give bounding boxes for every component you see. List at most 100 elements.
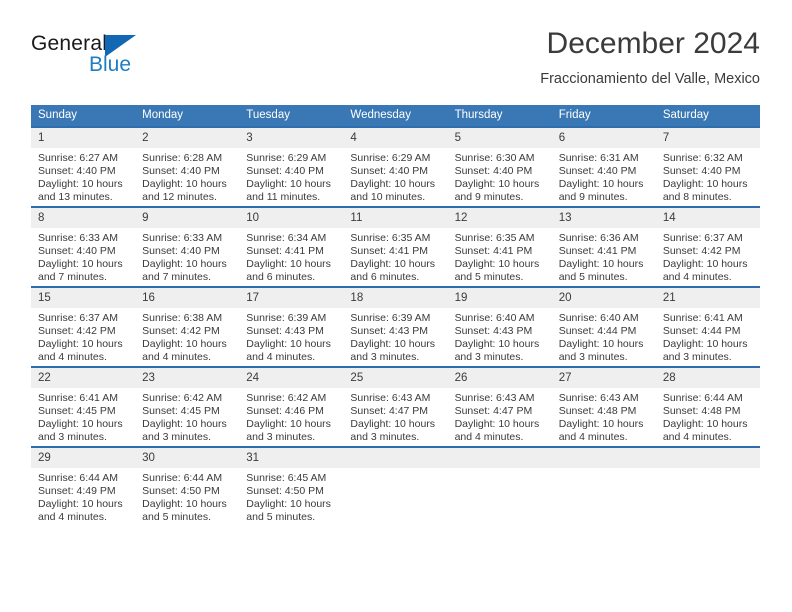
calendar-day-cell-empty bbox=[655, 446, 760, 526]
calendar-day-cell[interactable]: 27 Sunrise: 6:43 AM Sunset: 4:48 PM Dayligh… bbox=[551, 366, 656, 447]
sunrise-text: Sunrise: 6:43 AM bbox=[350, 392, 431, 404]
day-number: 10 bbox=[239, 208, 344, 228]
calendar-day-cell[interactable]: 30 Sunrise: 6:44 AM Sunset: 4:50 PM Dayligh… bbox=[135, 446, 240, 526]
daylight-line2-text: and 5 minutes. bbox=[246, 510, 316, 523]
sunrise-text: Sunrise: 6:41 AM bbox=[662, 312, 743, 324]
day-number: 31 bbox=[239, 448, 344, 468]
calendar-day-cell[interactable]: 4 Sunrise: 6:29 AM Sunset: 4:40 PM Daylight… bbox=[343, 126, 448, 207]
sunrise-text: Sunrise: 6:32 AM bbox=[662, 152, 743, 164]
sunrise-text: Sunrise: 6:36 AM bbox=[558, 232, 639, 244]
calendar-day-cell[interactable]: 25 Sunrise: 6:43 AM Sunset: 4:47 PM Dayligh… bbox=[343, 366, 448, 447]
day-number: 7 bbox=[655, 128, 760, 148]
day-number: 24 bbox=[239, 368, 344, 388]
title-block: December 2024 Fraccionamiento del Valle,… bbox=[540, 26, 760, 88]
day-number: 28 bbox=[655, 368, 760, 388]
day-number: 30 bbox=[135, 448, 240, 468]
calendar-day-cell[interactable]: 21 Sunrise: 6:41 AM Sunset: 4:44 PM Dayligh… bbox=[655, 286, 760, 367]
daylight-line2-text: and 4 minutes. bbox=[454, 430, 524, 443]
calendar-day-cell[interactable]: 29 Sunrise: 6:44 AM Sunset: 4:49 PM Dayligh… bbox=[31, 446, 136, 526]
calendar-day-cell[interactable]: 15 Sunrise: 6:37 AM Sunset: 4:42 PM Dayligh… bbox=[31, 286, 136, 367]
calendar-day-cell[interactable]: 17 Sunrise: 6:39 AM Sunset: 4:43 PM Dayligh… bbox=[239, 286, 344, 367]
daylight-line1-text: Daylight: 10 hours bbox=[38, 497, 123, 510]
calendar-day-cell[interactable]: 6 Sunrise: 6:31 AM Sunset: 4:40 PM Daylight… bbox=[551, 126, 656, 207]
day-number: 23 bbox=[135, 368, 240, 388]
day-number: 18 bbox=[343, 288, 448, 308]
sunset-text: Sunset: 4:40 PM bbox=[246, 164, 324, 177]
day-number: 25 bbox=[343, 368, 448, 388]
day-number: 2 bbox=[135, 128, 240, 148]
sunrise-text: Sunrise: 6:28 AM bbox=[142, 152, 223, 164]
calendar-day-cell-empty bbox=[551, 446, 656, 526]
calendar-day-cell[interactable]: 20 Sunrise: 6:40 AM Sunset: 4:44 PM Dayligh… bbox=[551, 286, 656, 367]
day-details: Sunrise: 6:39 AM Sunset: 4:43 PM Daylight:… bbox=[343, 308, 447, 364]
daylight-line2-text: and 5 minutes. bbox=[142, 510, 212, 523]
daylight-line2-text: and 4 minutes. bbox=[662, 430, 732, 443]
calendar-day-cell[interactable]: 12 Sunrise: 6:35 AM Sunset: 4:41 PM Dayligh… bbox=[447, 206, 552, 287]
sunrise-text: Sunrise: 6:35 AM bbox=[350, 232, 431, 244]
calendar-day-cell[interactable]: 1 Sunrise: 6:27 AM Sunset: 4:40 PM Daylight… bbox=[31, 126, 136, 207]
daylight-line1-text: Daylight: 10 hours bbox=[558, 257, 644, 270]
calendar-day-cell[interactable]: 26 Sunrise: 6:43 AM Sunset: 4:47 PM Dayligh… bbox=[447, 366, 552, 447]
sunrise-text: Sunrise: 6:44 AM bbox=[38, 472, 118, 484]
sunrise-text: Sunrise: 6:41 AM bbox=[38, 392, 118, 404]
sunset-text: Sunset: 4:47 PM bbox=[350, 404, 429, 417]
sunset-text: Sunset: 4:40 PM bbox=[558, 164, 637, 177]
sunset-text: Sunset: 4:42 PM bbox=[38, 324, 116, 337]
calendar-day-cell[interactable]: 19 Sunrise: 6:40 AM Sunset: 4:43 PM Dayligh… bbox=[447, 286, 552, 367]
sunrise-text: Sunrise: 6:38 AM bbox=[142, 312, 223, 324]
daylight-line1-text: Daylight: 10 hours bbox=[350, 177, 436, 190]
sunrise-text: Sunrise: 6:37 AM bbox=[38, 312, 118, 324]
calendar-day-cell[interactable]: 31 Sunrise: 6:45 AM Sunset: 4:50 PM Dayligh… bbox=[239, 446, 344, 526]
daylight-line2-text: and 3 minutes. bbox=[246, 430, 316, 443]
calendar-day-cell[interactable]: 18 Sunrise: 6:39 AM Sunset: 4:43 PM Dayligh… bbox=[343, 286, 448, 367]
sunset-text: Sunset: 4:48 PM bbox=[558, 404, 637, 417]
calendar-day-cell[interactable]: 3 Sunrise: 6:29 AM Sunset: 4:40 PM Daylight… bbox=[239, 126, 344, 207]
day-details: Sunrise: 6:43 AM Sunset: 4:47 PM Daylight:… bbox=[343, 388, 447, 444]
daylight-line1-text: Daylight: 10 hours bbox=[350, 417, 436, 430]
day-number: 1 bbox=[31, 128, 136, 148]
calendar-day-cell[interactable]: 16 Sunrise: 6:38 AM Sunset: 4:42 PM Dayligh… bbox=[135, 286, 240, 367]
calendar-day-cell[interactable]: 13 Sunrise: 6:36 AM Sunset: 4:41 PM Dayligh… bbox=[551, 206, 656, 287]
sunrise-text: Sunrise: 6:43 AM bbox=[558, 392, 639, 404]
sunrise-text: Sunrise: 6:33 AM bbox=[142, 232, 223, 244]
calendar-day-cell[interactable]: 14 Sunrise: 6:37 AM Sunset: 4:42 PM Dayligh… bbox=[655, 206, 760, 287]
daylight-line1-text: Daylight: 10 hours bbox=[246, 257, 331, 270]
daylight-line1-text: Daylight: 10 hours bbox=[38, 257, 123, 270]
calendar-day-cell[interactable]: 22 Sunrise: 6:41 AM Sunset: 4:45 PM Dayligh… bbox=[31, 366, 136, 447]
day-number: 19 bbox=[447, 288, 552, 308]
daylight-line1-text: Daylight: 10 hours bbox=[38, 177, 123, 190]
sunset-text: Sunset: 4:40 PM bbox=[38, 164, 116, 177]
daylight-line2-text: and 5 minutes. bbox=[454, 270, 524, 283]
day-number: 20 bbox=[551, 288, 656, 308]
day-number: 16 bbox=[135, 288, 240, 308]
calendar-day-cell[interactable]: 9 Sunrise: 6:33 AM Sunset: 4:40 PM Daylight… bbox=[135, 206, 240, 287]
calendar-day-cell[interactable]: 28 Sunrise: 6:44 AM Sunset: 4:48 PM Dayligh… bbox=[655, 366, 760, 447]
day-number: 8 bbox=[31, 208, 136, 228]
calendar-day-cell[interactable]: 8 Sunrise: 6:33 AM Sunset: 4:40 PM Daylight… bbox=[31, 206, 136, 287]
calendar-day-cell[interactable]: 24 Sunrise: 6:42 AM Sunset: 4:46 PM Dayligh… bbox=[239, 366, 344, 447]
calendar-day-cell[interactable]: 23 Sunrise: 6:42 AM Sunset: 4:45 PM Dayligh… bbox=[135, 366, 240, 447]
sunrise-text: Sunrise: 6:30 AM bbox=[454, 152, 535, 164]
sunset-text: Sunset: 4:40 PM bbox=[142, 244, 220, 257]
sunrise-text: Sunrise: 6:45 AM bbox=[246, 472, 327, 484]
sunset-text: Sunset: 4:46 PM bbox=[246, 404, 324, 417]
calendar-day-cell[interactable]: 7 Sunrise: 6:32 AM Sunset: 4:40 PM Daylight… bbox=[655, 126, 760, 207]
page-subtitle: Fraccionamiento del Valle, Mexico bbox=[540, 71, 760, 87]
day-details: Sunrise: 6:33 AM Sunset: 4:40 PM Daylight:… bbox=[31, 228, 135, 284]
daylight-line2-text: and 4 minutes. bbox=[558, 430, 628, 443]
day-number: 29 bbox=[31, 448, 136, 468]
sunset-text: Sunset: 4:41 PM bbox=[454, 244, 533, 257]
daylight-line2-text: and 4 minutes. bbox=[38, 350, 107, 363]
calendar-day-cell[interactable]: 2 Sunrise: 6:28 AM Sunset: 4:40 PM Daylight… bbox=[135, 126, 240, 207]
calendar-day-cell[interactable]: 11 Sunrise: 6:35 AM Sunset: 4:41 PM Dayligh… bbox=[343, 206, 448, 287]
general-blue-logo[interactable]: General Blue bbox=[31, 32, 231, 88]
day-details: Sunrise: 6:42 AM Sunset: 4:45 PM Daylight:… bbox=[135, 388, 239, 444]
day-details: Sunrise: 6:32 AM Sunset: 4:40 PM Daylight:… bbox=[656, 148, 760, 204]
calendar-week-row: 1 Sunrise: 6:27 AM Sunset: 4:40 PM Daylight… bbox=[31, 126, 760, 207]
calendar-day-cell[interactable]: 5 Sunrise: 6:30 AM Sunset: 4:40 PM Daylight… bbox=[447, 126, 552, 207]
weekday-header-sunday: Sunday bbox=[31, 105, 136, 127]
daylight-line1-text: Daylight: 10 hours bbox=[142, 257, 227, 270]
calendar-day-cell[interactable]: 10 Sunrise: 6:34 AM Sunset: 4:41 PM Dayligh… bbox=[239, 206, 344, 287]
day-number: 6 bbox=[551, 128, 656, 148]
sunrise-text: Sunrise: 6:40 AM bbox=[558, 312, 639, 324]
